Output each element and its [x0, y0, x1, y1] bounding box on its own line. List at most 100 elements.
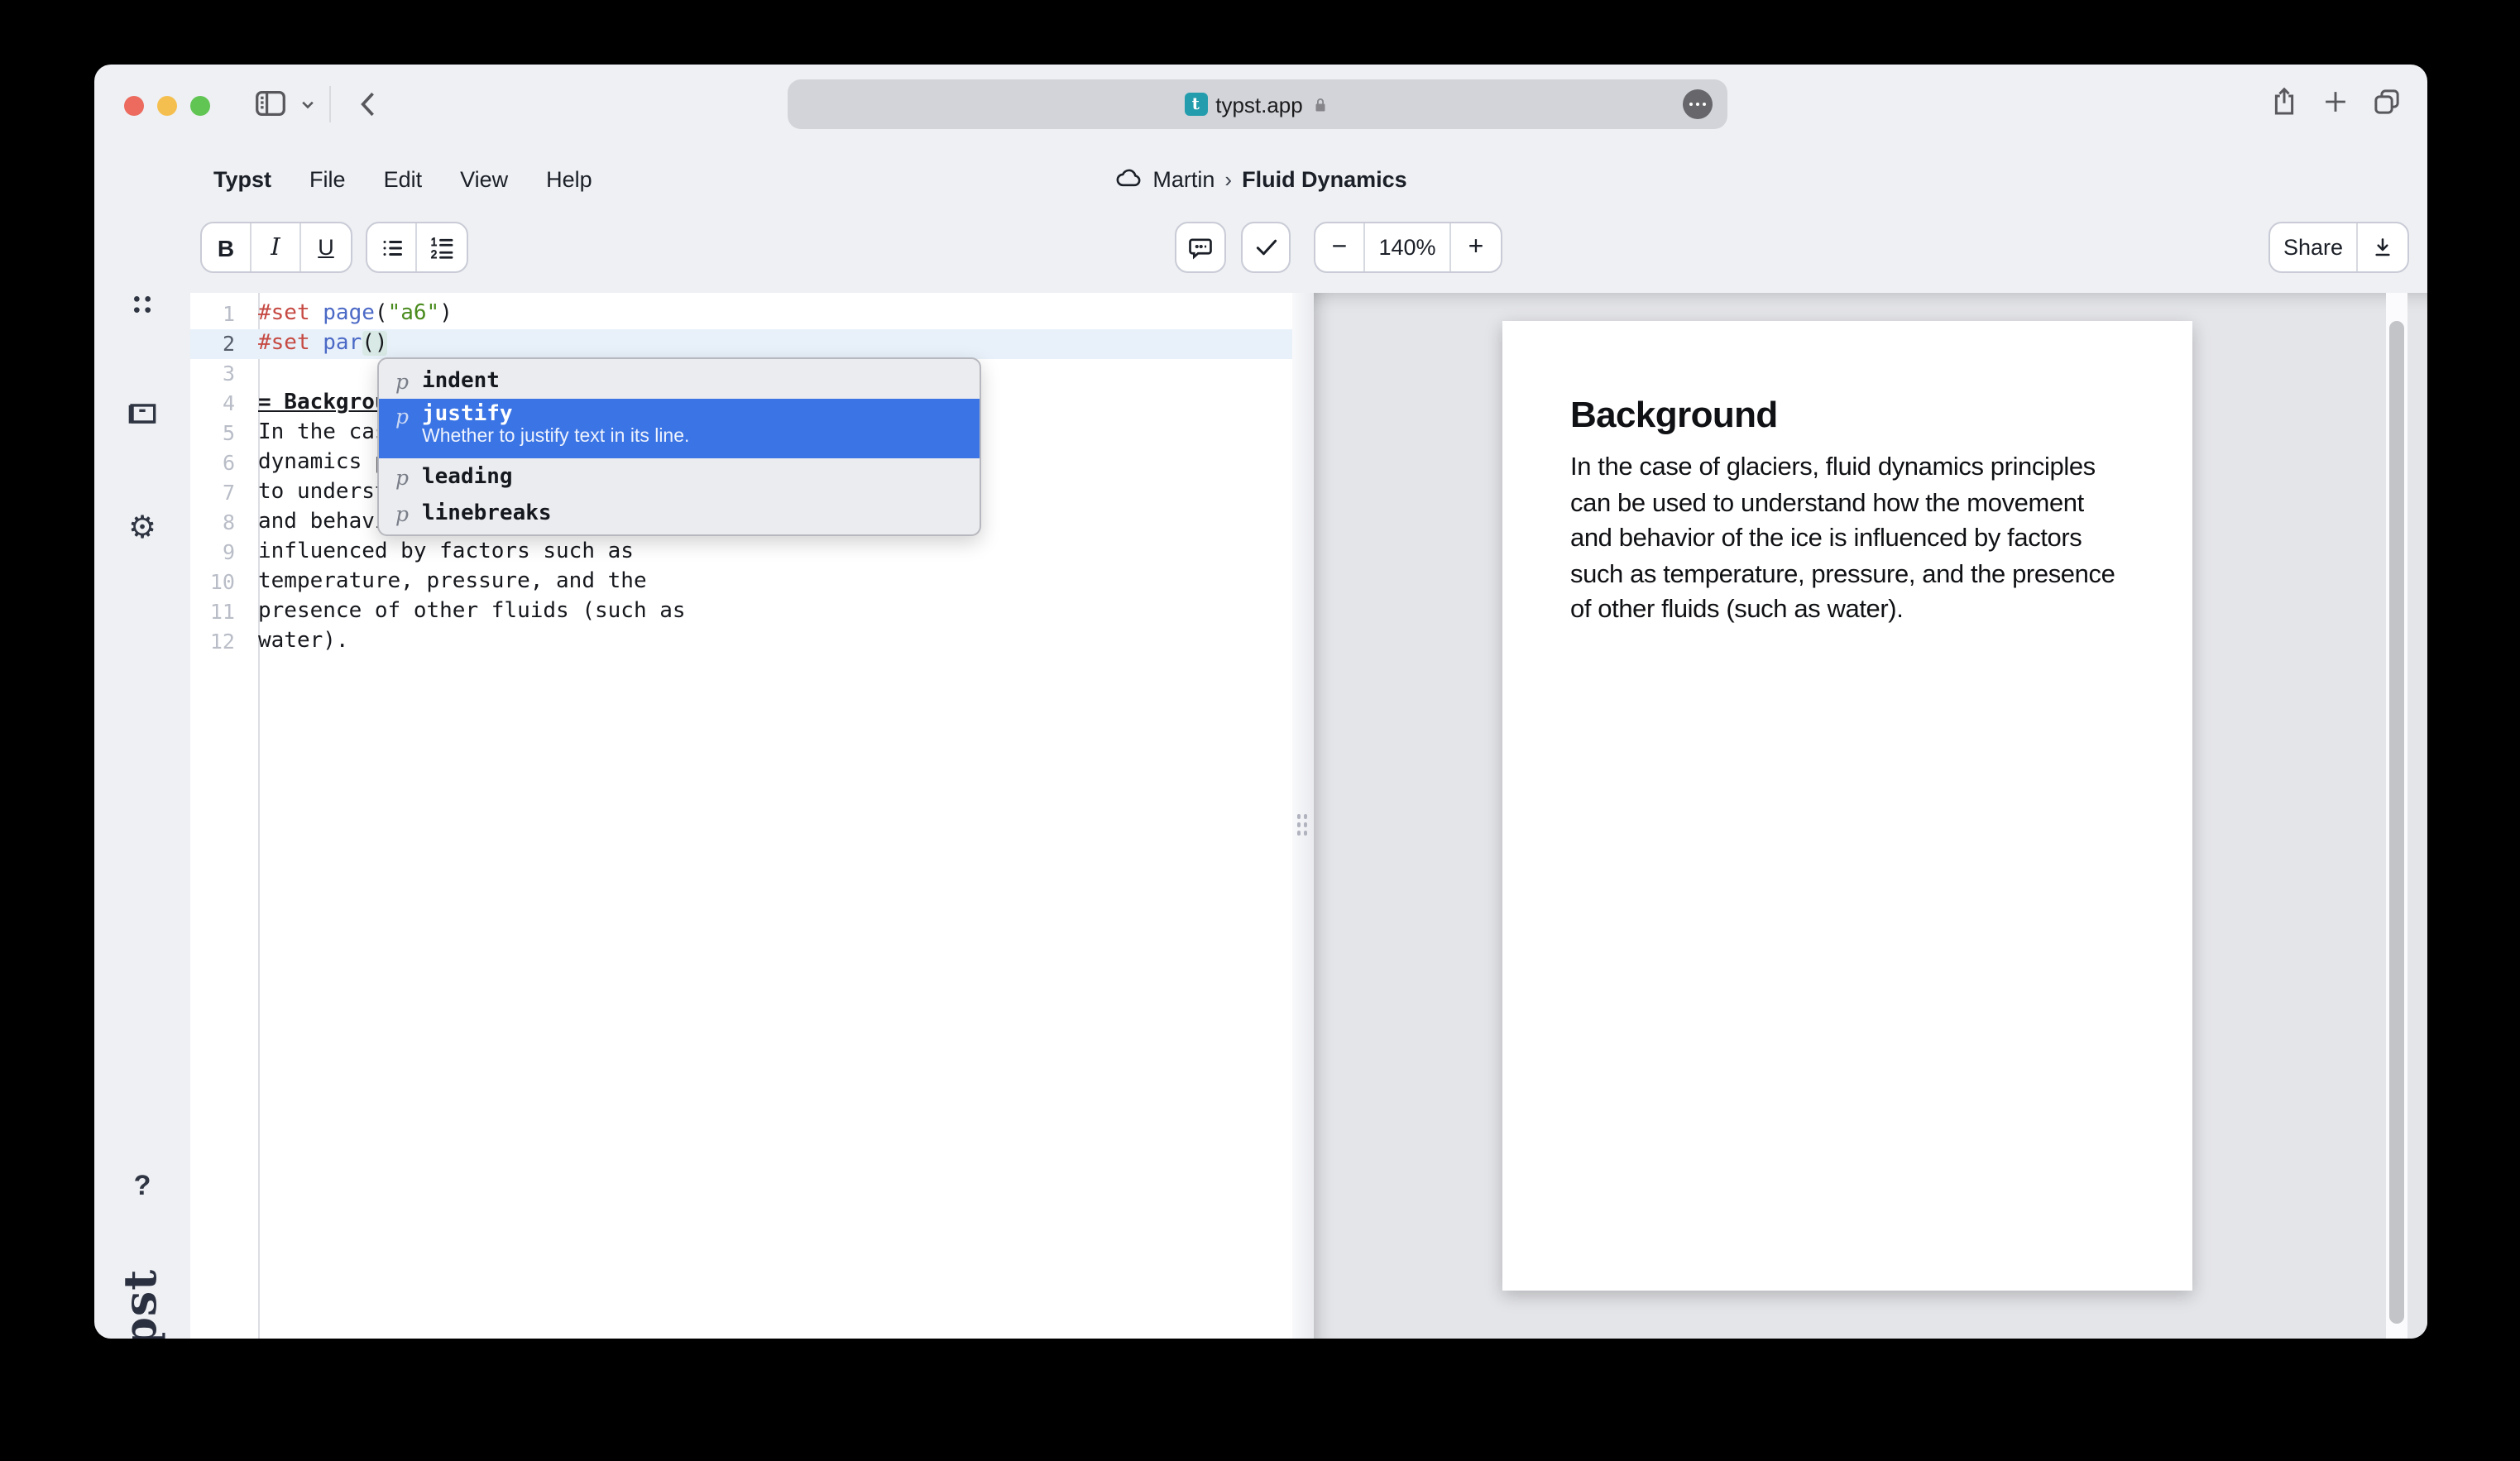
approve-button[interactable] [1241, 222, 1291, 273]
svg-text:2: 2 [431, 247, 438, 260]
menu-edit[interactable]: Edit [384, 166, 423, 191]
parameter-icon: p [395, 501, 422, 525]
preview-scrollbar-thumb[interactable] [2389, 321, 2404, 1324]
sidebar-toggle-icon[interactable] [252, 84, 290, 122]
parameter-icon: p [395, 464, 422, 489]
italic-button[interactable]: I [252, 223, 301, 271]
share-button-group: Share [2268, 222, 2409, 273]
tab-overview-icon[interactable] [2369, 84, 2404, 119]
autocomplete-description: Whether to justify text in its line. [422, 427, 689, 448]
autocomplete-label: justify [422, 402, 689, 427]
code-line[interactable]: 10temperature, pressure, and the [190, 568, 1292, 597]
splitter-drag-handle[interactable] [1296, 814, 1310, 839]
workspace: 1#set page("a6")2#set par()34= Backgroun… [190, 293, 2427, 1339]
line-number: 11 [190, 597, 248, 627]
lock-icon [1311, 93, 1331, 115]
download-button[interactable] [2358, 223, 2407, 271]
autocomplete-item-justify[interactable]: pjustifyWhether to justify text in its l… [379, 399, 980, 458]
chevron-down-icon[interactable] [296, 92, 319, 115]
line-number: 7 [190, 478, 248, 508]
svg-text:1: 1 [431, 235, 438, 247]
line-number: 5 [190, 419, 248, 448]
numbered-list-button[interactable]: 1 2 [417, 223, 467, 271]
autocomplete-popup: pindentpjustifyWhether to justify text i… [377, 357, 981, 536]
minimize-window-button[interactable] [157, 96, 177, 116]
line-source: presence of other fluids (such as [248, 597, 686, 627]
left-sidebar-rail: ⚙ ? typst [94, 147, 190, 1339]
list-button-group: 1 2 [366, 222, 468, 273]
address-bar[interactable]: t typst.app [788, 79, 1727, 129]
site-favicon: t [1184, 93, 1207, 116]
underline-button[interactable]: U [301, 223, 351, 271]
code-editor[interactable]: 1#set page("a6")2#set par()34= Backgroun… [190, 293, 1292, 1339]
line-number: 9 [190, 538, 248, 568]
document-page: Background In the case of glaciers, flui… [1502, 321, 2192, 1291]
bullet-list-button[interactable] [367, 223, 417, 271]
code-line[interactable]: 1#set page("a6") [190, 299, 1292, 329]
breadcrumb-workspace[interactable]: Martin [1152, 166, 1214, 191]
files-box-icon[interactable] [94, 395, 190, 432]
parameter-icon: p [395, 368, 422, 393]
line-number: 1 [190, 299, 248, 329]
zoom-window-button[interactable] [190, 96, 210, 116]
menu-file[interactable]: File [309, 166, 346, 191]
breadcrumb-separator: › [1224, 166, 1232, 191]
traffic-lights [124, 96, 210, 116]
line-number: 8 [190, 508, 248, 538]
close-window-button[interactable] [124, 96, 144, 116]
breadcrumb-document[interactable]: Fluid Dynamics [1242, 166, 1407, 191]
back-button[interactable] [351, 85, 387, 122]
screen: t typst.app [0, 0, 2520, 1461]
app-grid-icon[interactable] [94, 288, 190, 321]
menu-help[interactable]: Help [546, 166, 592, 191]
autocomplete-label: leading [422, 464, 513, 489]
line-number: 4 [190, 389, 248, 419]
preview-scrollbar-track[interactable] [2386, 293, 2407, 1339]
menu-view[interactable]: View [460, 166, 508, 191]
help-icon[interactable]: ? [94, 1170, 190, 1203]
line-source: water). [248, 627, 349, 657]
divider [329, 85, 331, 122]
bold-button[interactable]: B [202, 223, 252, 271]
new-tab-icon[interactable] [2320, 86, 2351, 117]
format-button-group: B I U [200, 222, 352, 273]
zoom-level[interactable]: 140% [1365, 223, 1451, 271]
code-line[interactable]: 11presence of other fluids (such as [190, 597, 1292, 627]
line-source [248, 359, 258, 389]
code-line[interactable]: 12water). [190, 627, 1292, 657]
autocomplete-item-linebreaks[interactable]: plinebreaks [379, 495, 980, 531]
zoom-out-button[interactable]: − [1315, 223, 1365, 271]
share-page-icon[interactable] [2267, 84, 2302, 119]
parameter-icon: p [395, 402, 422, 429]
settings-gear-icon[interactable]: ⚙ [94, 510, 190, 548]
line-number: 2 [190, 329, 248, 359]
code-line[interactable]: 2#set par() [190, 329, 1292, 359]
autocomplete-label: indent [422, 368, 500, 393]
breadcrumb: Martin › Fluid Dynamics [1114, 147, 1406, 210]
typst-logo: typst [94, 1271, 190, 1339]
browser-window: t typst.app [94, 65, 2427, 1339]
zoom-in-button[interactable]: + [1451, 223, 1501, 271]
page-paragraph: In the case of glaciers, fluid dynamics … [1570, 450, 2126, 628]
menu-typst[interactable]: Typst [213, 166, 271, 191]
url-text: typst.app [1215, 92, 1303, 117]
app-menubar: Typst File Edit View Help [213, 147, 592, 210]
preview-pane: Background In the case of glaciers, flui… [1314, 293, 2427, 1339]
comment-button[interactable] [1175, 222, 1226, 273]
line-number: 10 [190, 568, 248, 597]
page-settings-button[interactable] [1683, 89, 1713, 119]
autocomplete-item-leading[interactable]: pleading [379, 458, 980, 495]
line-source: temperature, pressure, and the [248, 568, 647, 597]
autocomplete-item-indent[interactable]: pindent [379, 362, 980, 399]
line-source: influenced by factors such as [248, 538, 634, 568]
browser-toolbar: t typst.app [94, 65, 2427, 147]
line-number: 12 [190, 627, 248, 657]
autocomplete-label: linebreaks [422, 501, 552, 525]
code-line[interactable]: 9influenced by factors such as [190, 538, 1292, 568]
page-heading: Background [1570, 394, 1778, 437]
line-number: 3 [190, 359, 248, 389]
line-source: #set par() [248, 329, 388, 359]
line-source: #set page("a6") [248, 299, 453, 329]
share-button[interactable]: Share [2270, 223, 2358, 271]
pane-splitter[interactable] [1292, 293, 1314, 1339]
